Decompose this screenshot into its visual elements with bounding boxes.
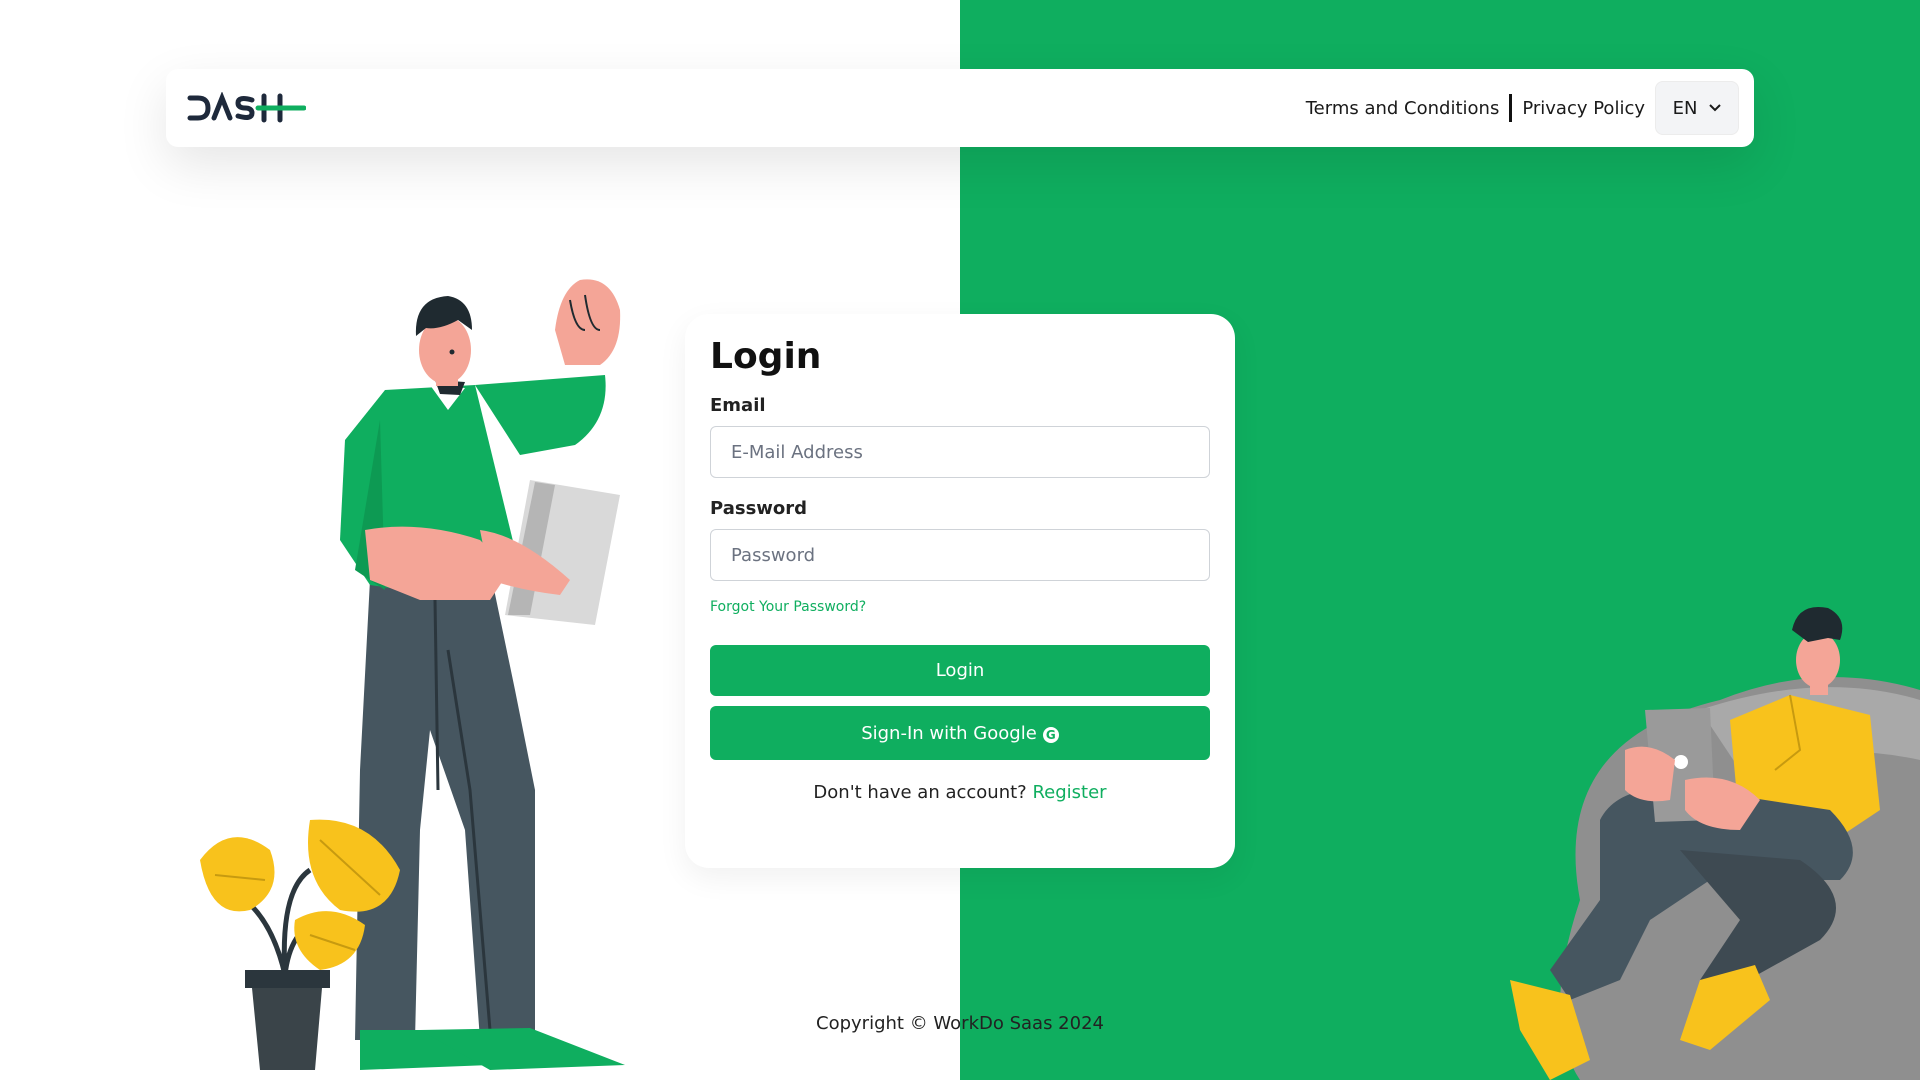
forgot-password-link[interactable]: Forgot Your Password? xyxy=(710,599,1210,615)
language-select[interactable]: EN xyxy=(1655,81,1739,135)
login-card: Login Email Password Forgot Your Passwor… xyxy=(685,314,1235,868)
top-navbar: Terms and Conditions Privacy Policy EN xyxy=(166,69,1754,147)
terms-link[interactable]: Terms and Conditions xyxy=(1306,98,1500,119)
language-label: EN xyxy=(1672,97,1698,119)
no-account-text: Don't have an account? xyxy=(813,782,1027,803)
login-button-label: Login xyxy=(935,660,985,681)
google-signin-button[interactable]: Sign-In with Google G xyxy=(710,706,1210,760)
email-field[interactable] xyxy=(710,426,1210,478)
google-icon: G xyxy=(1042,726,1059,743)
privacy-link[interactable]: Privacy Policy xyxy=(1522,98,1645,119)
email-label: Email xyxy=(710,395,766,416)
register-link[interactable]: Register xyxy=(1032,782,1106,803)
dash-logo-icon xyxy=(187,92,306,123)
login-button[interactable]: Login xyxy=(710,645,1210,696)
password-field[interactable] xyxy=(710,529,1210,581)
login-title: Login xyxy=(710,336,822,377)
register-prompt: Don't have an account? Register xyxy=(710,782,1210,803)
chevron-down-icon xyxy=(1709,104,1722,112)
man-on-beanbag-illustration xyxy=(1510,606,1920,1080)
password-label: Password xyxy=(710,498,808,519)
nav-divider xyxy=(1509,94,1513,122)
dash-logo[interactable] xyxy=(186,92,306,124)
google-signin-label: Sign-In with Google xyxy=(861,722,1037,744)
copyright-text: Copyright © WorkDo Saas 2024 xyxy=(816,1013,1104,1034)
monstera-plant-illustration xyxy=(200,819,400,1070)
